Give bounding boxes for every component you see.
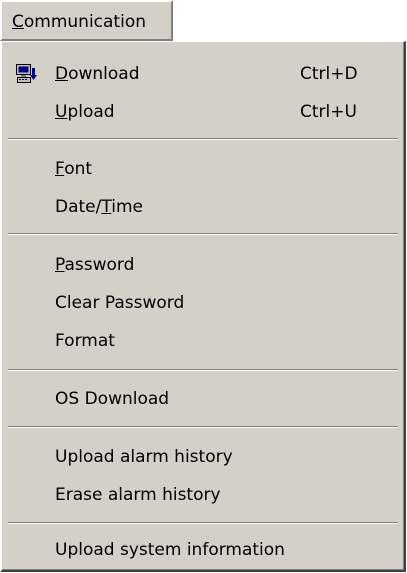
menu-separator — [8, 522, 398, 524]
menu-separator — [8, 233, 398, 235]
menu-item-date-time[interactable]: Date/Time — [4, 188, 402, 226]
menu-item-upload-alarm-history[interactable]: Upload alarm history — [4, 438, 402, 476]
menu-communication-label: Communication — [12, 12, 146, 32]
menu-item-download-label: Download — [55, 64, 140, 84]
communication-dropdown: Download Ctrl+D Upload Ctrl+U Font Date/… — [0, 41, 406, 572]
menu-communication[interactable]: Communication — [0, 0, 173, 41]
menu-item-format[interactable]: Format — [4, 322, 402, 360]
menu-item-upload-label: Upload — [55, 102, 115, 122]
menu-item-erase-alarm-history-label: Erase alarm history — [55, 485, 221, 505]
menu-item-format-label: Format — [55, 331, 115, 351]
menu-communication-mnemonic: C — [12, 11, 24, 32]
menu-communication-label-rest: ommunication — [23, 11, 146, 32]
menu-item-upload[interactable]: Upload Ctrl+U — [4, 93, 402, 131]
menu-separator — [8, 369, 398, 371]
menu-item-upload-alarm-history-label: Upload alarm history — [55, 447, 233, 467]
menu-item-font[interactable]: Font — [4, 150, 402, 188]
menu-item-clear-password[interactable]: Clear Password — [4, 284, 402, 322]
menu-item-password[interactable]: Password — [4, 246, 402, 284]
menu-item-clear-password-label: Clear Password — [55, 293, 185, 313]
menu-item-os-download[interactable]: OS Download — [4, 380, 402, 418]
menu-item-upload-system-information-label: Upload system information — [55, 540, 285, 560]
menu-item-password-label-rest: assword — [64, 255, 135, 275]
menu-separator — [8, 426, 398, 428]
menu-item-password-label: Password — [55, 255, 134, 275]
menu-item-erase-alarm-history[interactable]: Erase alarm history — [4, 476, 402, 514]
menu-item-upload-shortcut: Ctrl+U — [300, 102, 357, 122]
menu-item-download-mnemonic: D — [55, 64, 69, 84]
menu-item-upload-system-information[interactable]: Upload system information — [4, 531, 402, 569]
menu-item-upload-label-rest: pload — [67, 102, 115, 122]
menu-item-password-mnemonic: P — [55, 255, 65, 275]
menu-item-date-time-mnemonic: T — [101, 197, 112, 217]
menu-item-date-time-label-pre: Date/ — [55, 197, 102, 217]
menu-item-date-time-label-rest: ime — [111, 197, 143, 217]
menu-item-font-label-rest: ont — [64, 159, 93, 179]
menu-item-upload-mnemonic: U — [55, 102, 68, 122]
menu-item-download-shortcut: Ctrl+D — [300, 64, 358, 84]
menu-screen: Communication Download Ctrl+D Upload Ctr… — [0, 0, 407, 573]
menu-item-font-label: Font — [55, 159, 92, 179]
menu-item-date-time-label: Date/Time — [55, 197, 143, 217]
download-computer-icon — [16, 64, 38, 84]
menu-item-os-download-label: OS Download — [55, 389, 170, 409]
menu-item-download-label-rest: ownload — [68, 64, 140, 84]
menu-item-download[interactable]: Download Ctrl+D — [4, 55, 402, 93]
menu-item-font-mnemonic: F — [55, 159, 65, 179]
menu-separator — [8, 138, 398, 140]
